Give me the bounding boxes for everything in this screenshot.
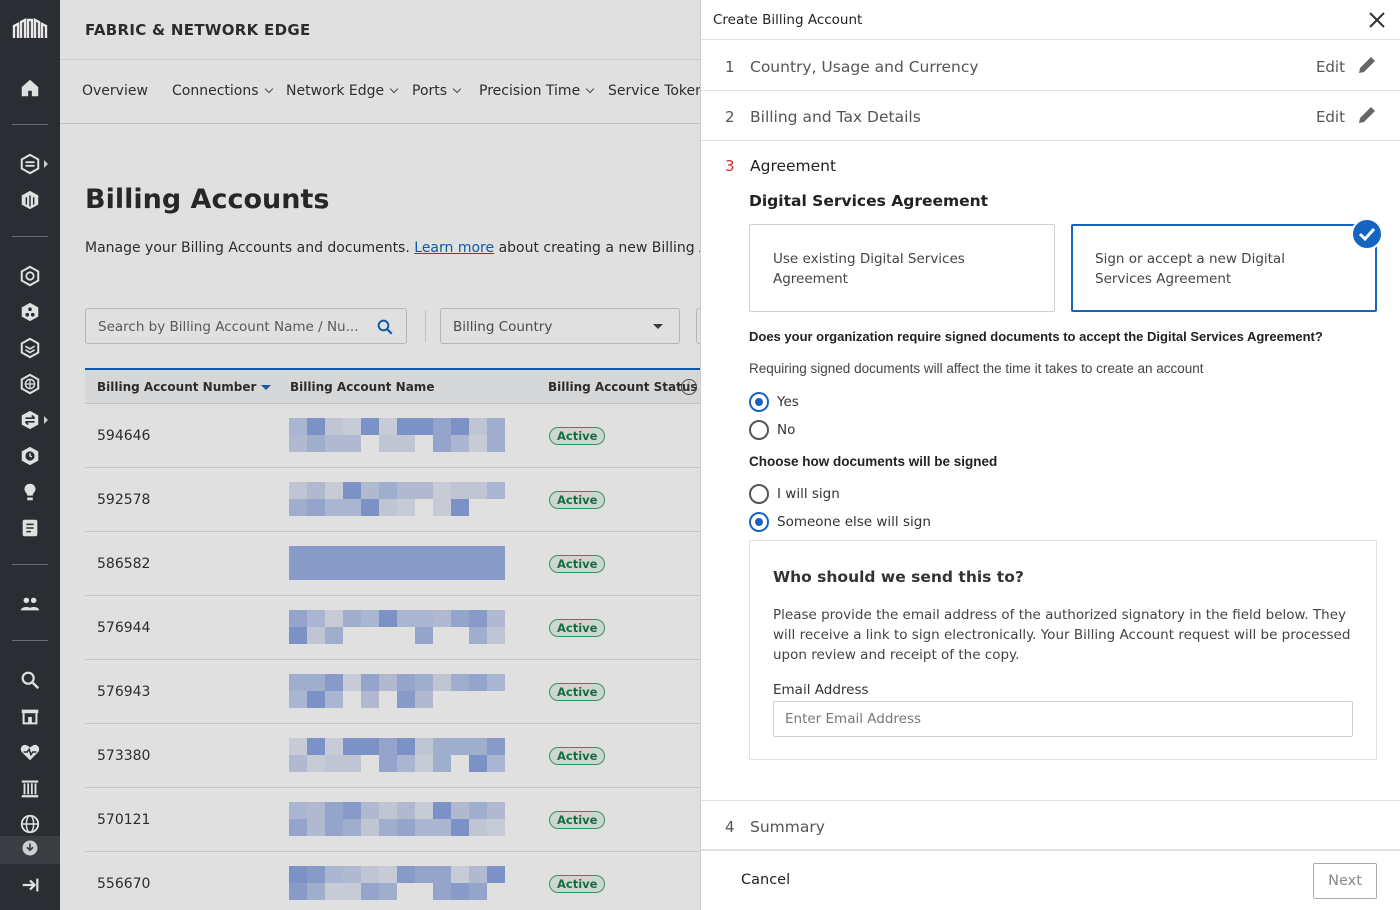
radio-yes[interactable] bbox=[749, 392, 769, 412]
step-label-agreement: Agreement bbox=[750, 157, 837, 175]
users-icon[interactable] bbox=[18, 592, 42, 616]
building-icon[interactable] bbox=[18, 776, 42, 800]
stack-icon[interactable] bbox=[18, 336, 42, 360]
expand-caret-icon bbox=[44, 416, 48, 424]
modal-backdrop bbox=[60, 0, 760, 910]
drawer-footer: Cancel Next bbox=[701, 850, 1400, 910]
dsa-heading: Digital Services Agreement bbox=[749, 192, 989, 210]
equinix-logo-icon[interactable] bbox=[10, 14, 50, 46]
create-billing-account-drawer: Create Billing Account 1 Country, Usage … bbox=[700, 0, 1400, 910]
sign-new-dsa-option[interactable]: Sign or accept a new Digital Services Ag… bbox=[1071, 224, 1377, 312]
nav-divider bbox=[12, 640, 48, 641]
close-icon[interactable] bbox=[1365, 8, 1389, 32]
book-icon[interactable] bbox=[18, 516, 42, 540]
pencil-icon[interactable] bbox=[1355, 103, 1379, 127]
radio-i-will-sign-label[interactable]: I will sign bbox=[777, 486, 840, 502]
cube-icon[interactable] bbox=[18, 188, 42, 212]
search-icon[interactable] bbox=[18, 668, 42, 692]
lightbulb-icon[interactable] bbox=[18, 480, 42, 504]
signatory-heading: Who should we send this to? bbox=[773, 568, 1024, 586]
radio-no-label[interactable]: No bbox=[777, 422, 795, 438]
radio-no[interactable] bbox=[749, 420, 769, 440]
step-number: 2 bbox=[725, 108, 735, 126]
globe-icon[interactable] bbox=[18, 812, 42, 836]
radio-yes-label[interactable]: Yes bbox=[777, 394, 799, 410]
signatory-panel: Who should we send this to? Please provi… bbox=[749, 540, 1377, 760]
left-navigation bbox=[0, 0, 60, 910]
signatory-description: Please provide the email address of the … bbox=[773, 607, 1351, 663]
step-number-active: 3 bbox=[725, 157, 735, 175]
next-button[interactable]: Next bbox=[1313, 863, 1377, 899]
drawer-title: Create Billing Account bbox=[713, 12, 863, 28]
edit-step-1-button[interactable]: Edit bbox=[1316, 58, 1345, 76]
check-circle-icon bbox=[1351, 218, 1383, 250]
logout-icon[interactable] bbox=[18, 873, 42, 897]
drawer-header: Create Billing Account bbox=[701, 0, 1400, 40]
radio-someone-else-label[interactable]: Someone else will sign bbox=[777, 514, 931, 530]
swap-icon[interactable] bbox=[18, 408, 42, 432]
clock-icon[interactable] bbox=[18, 444, 42, 468]
option-label: Sign or accept a new Digital Services Ag… bbox=[1095, 251, 1285, 287]
layers-icon[interactable] bbox=[18, 152, 42, 176]
download-icon bbox=[22, 840, 38, 856]
cancel-button[interactable]: Cancel bbox=[741, 872, 790, 888]
store-icon[interactable] bbox=[18, 704, 42, 728]
nav-divider bbox=[12, 236, 48, 237]
network-icon[interactable] bbox=[18, 264, 42, 288]
step-billing-tax: 2 Billing and Tax Details Edit bbox=[701, 91, 1400, 141]
expand-caret-icon bbox=[44, 160, 48, 168]
step-country-usage-currency: 1 Country, Usage and Currency Edit bbox=[701, 41, 1400, 91]
share-icon[interactable] bbox=[18, 300, 42, 324]
signed-documents-question: Does your organization require signed do… bbox=[749, 329, 1323, 344]
email-label: Email Address bbox=[773, 682, 869, 698]
step-number: 1 bbox=[725, 58, 735, 76]
step-number: 4 bbox=[725, 818, 735, 836]
option-label: Use existing Digital Services Agreement bbox=[773, 251, 965, 287]
signed-documents-hint: Requiring signed documents will affect t… bbox=[749, 361, 1204, 376]
edit-step-2-button[interactable]: Edit bbox=[1316, 108, 1345, 126]
globe-grid-icon[interactable] bbox=[18, 372, 42, 396]
step-label: Billing and Tax Details bbox=[750, 108, 921, 126]
email-field[interactable] bbox=[773, 701, 1353, 737]
home-icon[interactable] bbox=[18, 76, 42, 100]
download-nav-item[interactable] bbox=[0, 836, 60, 864]
radio-someone-else[interactable] bbox=[749, 512, 769, 532]
heartbeat-icon[interactable] bbox=[18, 740, 42, 764]
signing-method-question: Choose how documents will be signed bbox=[749, 454, 998, 469]
nav-divider bbox=[12, 564, 48, 565]
use-existing-dsa-option[interactable]: Use existing Digital Services Agreement bbox=[749, 224, 1055, 312]
step-label: Summary bbox=[750, 818, 825, 836]
step-label: Country, Usage and Currency bbox=[750, 58, 979, 76]
step-summary: 4 Summary bbox=[701, 800, 1400, 850]
radio-i-will-sign[interactable] bbox=[749, 484, 769, 504]
nav-divider bbox=[12, 124, 48, 125]
pencil-icon[interactable] bbox=[1355, 53, 1379, 77]
